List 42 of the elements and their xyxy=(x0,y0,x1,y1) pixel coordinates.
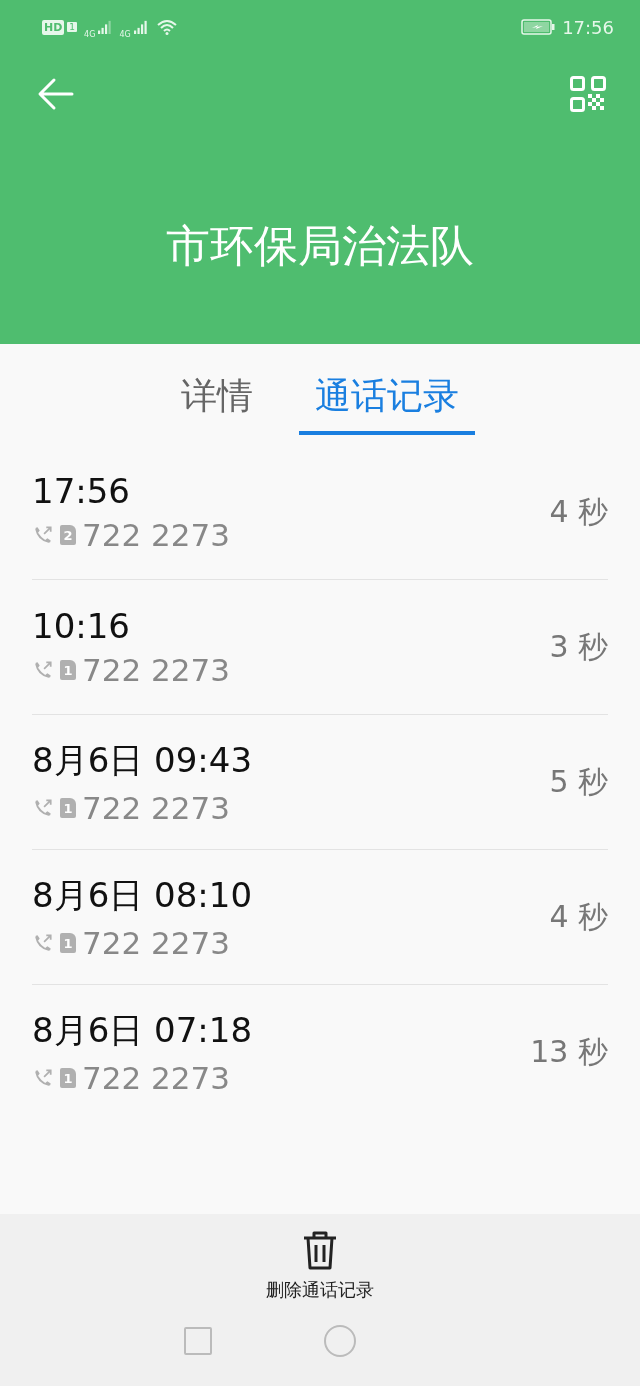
phone-number: 722 2273 xyxy=(82,790,230,826)
call-time: 8月6日 07:18 xyxy=(32,1009,253,1052)
call-duration: 4 秒 xyxy=(549,492,608,531)
call-duration: 13 秒 xyxy=(530,1032,608,1071)
outgoing-call-icon xyxy=(32,659,54,681)
recents-button[interactable] xyxy=(184,1327,212,1355)
signal-icon xyxy=(98,19,113,35)
call-duration: 4 秒 xyxy=(549,897,608,936)
home-button[interactable] xyxy=(324,1325,356,1357)
phone-number: 722 2273 xyxy=(82,652,230,688)
tab[interactable]: 详情 xyxy=(165,372,269,435)
outgoing-call-icon xyxy=(32,524,54,546)
sim-badge: 1 xyxy=(67,22,78,32)
trash-icon xyxy=(302,1230,338,1270)
call-time: 17:56 xyxy=(32,471,131,511)
tab[interactable]: 通话记录 xyxy=(299,372,475,435)
phone-number: 722 2273 xyxy=(82,1060,230,1096)
sim-badge: 1 xyxy=(60,798,76,818)
battery-icon xyxy=(521,19,556,35)
call-time: 10:16 xyxy=(32,606,131,646)
status-time: 17:56 xyxy=(562,16,614,38)
hd-badge: HD xyxy=(42,19,65,35)
phone-number: 722 2273 xyxy=(82,517,230,553)
call-time: 8月6日 09:43 xyxy=(32,739,253,782)
delete-call-log-button[interactable]: 删除通话记录 xyxy=(260,1214,380,1303)
sim-badge: 1 xyxy=(60,660,76,680)
phone-number: 722 2273 xyxy=(82,925,230,961)
call-time: 8月6日 08:10 xyxy=(32,874,253,917)
call-duration: 3 秒 xyxy=(549,627,608,666)
qr-code-icon[interactable] xyxy=(570,76,606,112)
wifi-icon xyxy=(156,19,177,35)
sim-badge: 1 xyxy=(60,1068,76,1088)
contact-name: 市环保局治法队 xyxy=(165,224,475,268)
network-label: 4G xyxy=(84,29,96,39)
signal-icon xyxy=(133,19,148,35)
outgoing-call-icon xyxy=(32,797,54,819)
outgoing-call-icon xyxy=(32,1067,54,1089)
network-label: 4G xyxy=(119,29,131,39)
outgoing-call-icon xyxy=(32,932,54,954)
sim-badge: 2 xyxy=(60,525,76,545)
call-duration: 5 秒 xyxy=(549,762,608,801)
sim-badge: 1 xyxy=(60,933,76,953)
